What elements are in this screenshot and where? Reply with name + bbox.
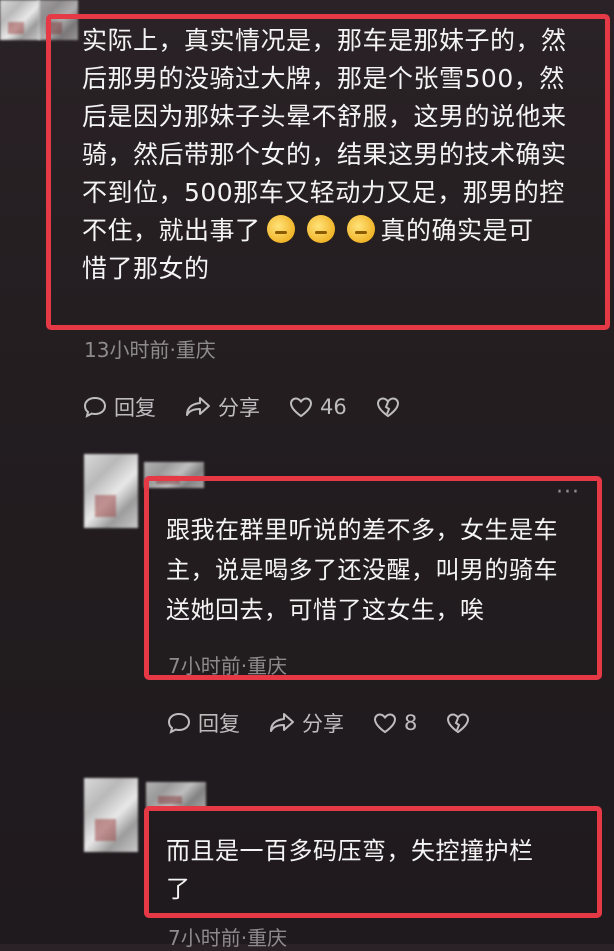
comment-meta: 7小时前·重庆 — [168, 926, 288, 950]
comment-line: 主，说是喝多了还没醒，叫男的骑车 — [166, 556, 558, 584]
reply-icon — [167, 712, 191, 734]
heart-icon — [289, 397, 313, 418]
comment-meta: 7小时前·重庆 — [168, 654, 288, 678]
weary-face-emoji-icon — [346, 215, 375, 243]
comment-text: 而且是一百多码压弯，失控撞护栏 了 — [166, 832, 596, 908]
reply-button[interactable]: 回复 — [166, 708, 240, 738]
comment-line: 后那男的没骑过大牌，那是个张雪500，然 — [82, 64, 565, 93]
comment-text: 实际上，真实情况是，那车是那妹子的，然 后那男的没骑过大牌，那是个张雪500，然… — [82, 22, 602, 288]
share-icon — [270, 713, 294, 732]
like-button[interactable]: 46 — [288, 395, 347, 419]
avatar[interactable] — [84, 778, 138, 852]
dislike-button[interactable] — [445, 711, 477, 735]
comment-actions: 回复 分享 46 — [82, 392, 435, 422]
weary-face-emoji-icon — [266, 215, 295, 243]
share-label: 分享 — [302, 712, 344, 736]
reply-label: 回复 — [198, 712, 240, 736]
comment-line: 了 — [166, 875, 191, 903]
share-button[interactable]: 分享 — [268, 708, 344, 738]
heart-icon — [373, 713, 397, 734]
comment-line: 送她回去，可惜了这女生，唉 — [166, 596, 485, 624]
avatar[interactable] — [0, 0, 40, 40]
reply-button[interactable]: 回复 — [82, 392, 156, 422]
reply-label: 回复 — [114, 396, 156, 420]
like-count: 8 — [404, 711, 418, 735]
avatar — [146, 782, 206, 808]
comment-line: 惜了那女的 — [82, 254, 210, 283]
comment-actions: 回复 分享 8 — [166, 708, 505, 738]
comment-line: 骑，然后带那个女的，结果这男的技术确实 — [82, 140, 567, 169]
comment-text: 跟我在群里听说的差不多，女生是车 主，说是喝多了还没醒，叫男的骑车 送她回去，可… — [166, 510, 596, 630]
comment-line-part: 真的确实是可 — [380, 216, 534, 245]
comment-line: 不到位，500那车又轻动力又足，那男的控 — [82, 178, 565, 207]
like-button[interactable]: 8 — [372, 711, 417, 735]
comment-line: 实际上，真实情况是，那车是那妹子的，然 — [82, 26, 567, 55]
comment-line: 跟我在群里听说的差不多，女生是车 — [166, 516, 558, 544]
comment-line: 后是因为那妹子头晕不舒服，这男的说他来 — [82, 102, 567, 131]
comment-line: 而且是一百多码压弯，失控撞护栏 — [166, 837, 534, 865]
weary-face-emoji-icon — [306, 215, 335, 243]
like-count: 46 — [320, 395, 347, 419]
comment-meta: 13小时前·重庆 — [84, 338, 216, 362]
avatar[interactable] — [84, 454, 138, 528]
broken-heart-icon — [376, 397, 399, 418]
comment-line-part: 不住，就出事了 — [82, 216, 261, 245]
dislike-button[interactable] — [375, 395, 407, 419]
comment-line: 不住，就出事了 真的确实是可 — [82, 212, 602, 250]
share-label: 分享 — [218, 396, 260, 420]
reply-icon — [83, 396, 107, 418]
broken-heart-icon — [447, 713, 470, 734]
share-button[interactable]: 分享 — [184, 392, 260, 422]
share-icon — [186, 397, 210, 416]
